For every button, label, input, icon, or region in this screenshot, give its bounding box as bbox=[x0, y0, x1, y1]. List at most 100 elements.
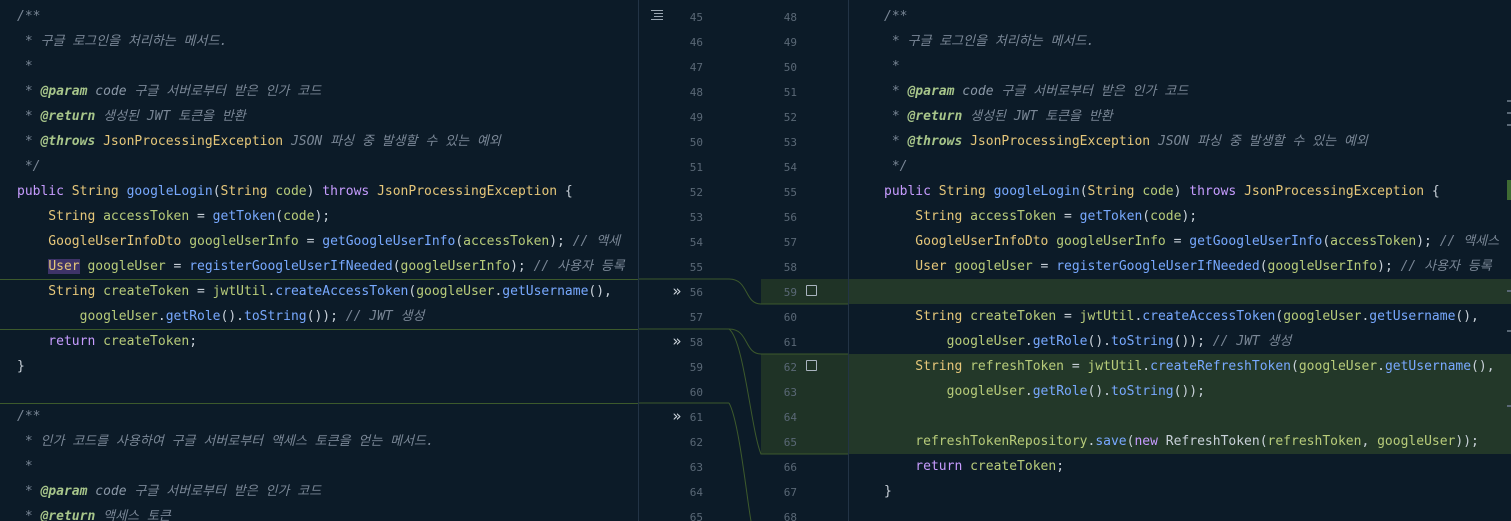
code-token: // 사용자 등록 bbox=[1400, 259, 1492, 274]
code-token: String bbox=[220, 184, 276, 199]
code-token: )); bbox=[1455, 434, 1479, 449]
apply-change-arrow-icon[interactable]: » bbox=[669, 279, 685, 304]
code-line[interactable]: } bbox=[0, 354, 638, 379]
right-editor-pane[interactable]: /** * 구글 로그인을 처리하는 메서드. * * @param code … bbox=[849, 0, 1511, 521]
code-token: , bbox=[1361, 434, 1378, 449]
right-line-number: 60 bbox=[783, 311, 797, 324]
code-line[interactable]: String accessToken = getToken(code); bbox=[0, 204, 638, 229]
code-token: . bbox=[1142, 359, 1151, 374]
code-line[interactable]: GoogleUserInfoDto googleUserInfo = getGo… bbox=[0, 229, 638, 254]
code-token: * bbox=[884, 59, 900, 74]
left-editor-pane[interactable]: /** * 구글 로그인을 처리하는 메서드. * * @param code … bbox=[0, 0, 638, 521]
code-line[interactable]: /** bbox=[0, 4, 638, 29]
code-token: = bbox=[1032, 259, 1057, 274]
code-token: GoogleUserInfoDto bbox=[884, 234, 1057, 249]
code-token: User bbox=[884, 259, 955, 274]
code-line[interactable]: * 구글 로그인을 처리하는 메서드. bbox=[849, 29, 1511, 54]
code-line[interactable]: GoogleUserInfoDto googleUserInfo = getGo… bbox=[849, 229, 1511, 254]
code-token: googleLogin bbox=[126, 184, 213, 199]
code-line[interactable]: * @param code 구글 서버로부터 받은 인가 코드 bbox=[849, 79, 1511, 104]
code-line[interactable]: * bbox=[849, 54, 1511, 79]
left-line-number: 59 bbox=[689, 361, 703, 374]
code-token: * 구글 로그인을 처리하는 메서드. bbox=[884, 34, 1095, 49]
code-token: String bbox=[17, 284, 104, 299]
diff-settings-icon[interactable] bbox=[651, 10, 665, 20]
code-line[interactable]: } bbox=[849, 479, 1511, 504]
code-line[interactable]: * bbox=[0, 454, 638, 479]
code-line[interactable]: * @throws JsonProcessingException JSON 파… bbox=[849, 129, 1511, 154]
left-line-number: 47 bbox=[689, 61, 703, 74]
code-token: JSON 파싱 중 발생할 수 있는 예외 bbox=[1150, 134, 1368, 149]
code-line[interactable]: String createToken = jwtUtil.createAcces… bbox=[0, 279, 638, 304]
code-line[interactable]: return createToken; bbox=[849, 454, 1511, 479]
code-token: JsonProcessingException bbox=[962, 134, 1151, 149]
code-token: 구글 서버로부터 받은 인가 코드 bbox=[126, 484, 322, 499]
code-line[interactable]: * @param code 구글 서버로부터 받은 인가 코드 bbox=[0, 79, 638, 104]
code-token: (). bbox=[1087, 334, 1111, 349]
accept-change-checkbox-icon[interactable] bbox=[806, 285, 817, 296]
code-token: createAccessToken bbox=[275, 284, 409, 299]
code-token: googleUser bbox=[884, 384, 1025, 399]
code-token: getUsername bbox=[502, 284, 589, 299]
code-token: code bbox=[275, 184, 307, 199]
code-line[interactable]: * @param code 구글 서버로부터 받은 인가 코드 bbox=[0, 479, 638, 504]
code-line[interactable]: * 구글 로그인을 처리하는 메서드. bbox=[0, 29, 638, 54]
apply-change-arrow-icon[interactable]: » bbox=[669, 404, 685, 429]
diff-scrollbar-markers[interactable] bbox=[1506, 0, 1511, 521]
code-token: /** bbox=[17, 409, 41, 424]
code-line[interactable]: return createToken; bbox=[0, 329, 638, 354]
code-line[interactable]: */ bbox=[0, 154, 638, 179]
code-line[interactable]: String accessToken = getToken(code); bbox=[849, 204, 1511, 229]
code-token: save bbox=[1095, 434, 1127, 449]
code-token: * bbox=[17, 84, 41, 99]
code-line[interactable] bbox=[849, 504, 1511, 521]
right-line-number: 65 bbox=[783, 436, 797, 449]
code-line[interactable]: /** bbox=[849, 4, 1511, 29]
code-line[interactable]: String createToken = jwtUtil.createAcces… bbox=[849, 304, 1511, 329]
code-token: * bbox=[17, 59, 33, 74]
code-line[interactable]: * @return 액세스 토큰 bbox=[0, 504, 638, 521]
code-token: ); bbox=[510, 259, 534, 274]
apply-change-arrow-icon[interactable]: » bbox=[669, 329, 685, 354]
code-line[interactable]: * 인가 코드를 사용하여 구글 서버로부터 액세스 토큰을 얻는 메서드. bbox=[0, 429, 638, 454]
code-token: getRole bbox=[165, 309, 221, 324]
code-token: @param bbox=[40, 484, 88, 499]
code-token: ( bbox=[1259, 259, 1268, 274]
code-token: String bbox=[884, 309, 971, 324]
code-line[interactable]: User googleUser = registerGoogleUserIfNe… bbox=[849, 254, 1511, 279]
code-line[interactable]: public String googleLogin(String code) t… bbox=[0, 179, 638, 204]
code-line[interactable]: */ bbox=[849, 154, 1511, 179]
code-token: accessToken bbox=[1330, 234, 1417, 249]
code-token: ( bbox=[212, 184, 221, 199]
code-line[interactable]: * @throws JsonProcessingException JSON 파… bbox=[0, 129, 638, 154]
code-line[interactable]: googleUser.getRole().toString()); // JWT… bbox=[0, 304, 638, 329]
code-token: // 액세스 bbox=[1439, 234, 1500, 249]
code-token: googleUser bbox=[1298, 359, 1378, 374]
code-line[interactable] bbox=[849, 404, 1511, 429]
code-token: ; bbox=[1056, 459, 1065, 474]
code-line[interactable]: googleUser.getRole().toString()); // JWT… bbox=[849, 329, 1511, 354]
right-line-number: 61 bbox=[783, 336, 797, 349]
code-line[interactable]: * @return 생성된 JWT 토큰을 반환 bbox=[849, 104, 1511, 129]
code-line[interactable] bbox=[849, 279, 1511, 304]
accept-change-checkbox-icon[interactable] bbox=[806, 360, 817, 371]
code-line[interactable]: * @return 생성된 JWT 토큰을 반환 bbox=[0, 104, 638, 129]
code-token: JsonProcessingException bbox=[377, 184, 558, 199]
code-line[interactable] bbox=[0, 379, 638, 404]
code-token: 구글 서버로부터 받은 인가 코드 bbox=[993, 84, 1189, 99]
code-line[interactable]: /** bbox=[0, 404, 638, 429]
code-line[interactable]: refreshTokenRepository.save(new RefreshT… bbox=[849, 429, 1511, 454]
code-line[interactable]: googleUser.getRole().toString()); bbox=[849, 379, 1511, 404]
right-line-number: 53 bbox=[783, 136, 797, 149]
code-token: String bbox=[884, 359, 971, 374]
code-token: { bbox=[557, 184, 573, 199]
code-line[interactable]: User googleUser = registerGoogleUserIfNe… bbox=[0, 254, 638, 279]
code-line[interactable]: * bbox=[0, 54, 638, 79]
code-token: code bbox=[1150, 209, 1182, 224]
code-token: = bbox=[189, 209, 213, 224]
right-line-number: 63 bbox=[783, 386, 797, 399]
code-token: googleUser bbox=[1377, 434, 1456, 449]
code-line[interactable]: public String googleLogin(String code) t… bbox=[849, 179, 1511, 204]
code-line[interactable]: String refreshToken = jwtUtil.createRefr… bbox=[849, 354, 1511, 379]
code-token: (), bbox=[1455, 309, 1479, 324]
